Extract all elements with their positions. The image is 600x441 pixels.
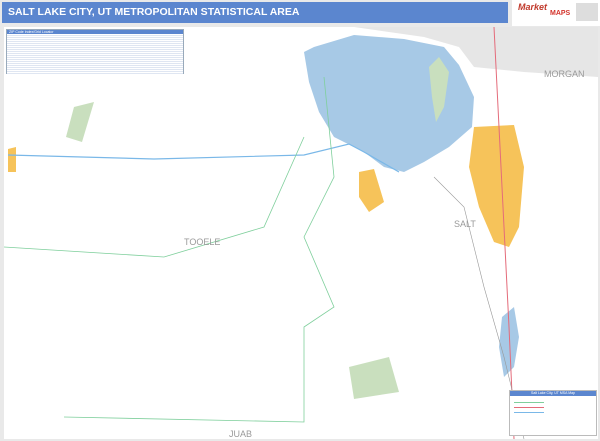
map-canvas[interactable]: TOOELE MORGAN JUAB SALT <box>4 27 598 439</box>
logo-text-maps: MAPS <box>550 10 571 17</box>
legend-highway-line <box>514 407 544 408</box>
market-maps-logo: Market MAPS <box>512 0 600 26</box>
map-title: SALT LAKE CITY, UT METROPOLITAN STATISTI… <box>2 2 508 23</box>
county-label-salt-lake: SALT <box>454 219 476 229</box>
county-label-tooele: TOOELE <box>184 237 220 247</box>
logo-text: Market <box>518 2 548 12</box>
zip-index-rows <box>7 34 183 74</box>
county-label-juab: JUAB <box>229 429 252 439</box>
legend-zip-line <box>514 402 544 403</box>
zip-code-index-table: ZIP Code Index/Grid Locator <box>6 29 184 74</box>
map-legend: Salt Lake City, UT MSA Map <box>509 390 597 436</box>
county-label-morgan: MORGAN <box>544 69 585 79</box>
legend-interstate-line <box>514 412 544 413</box>
wendover-urban-area <box>8 147 16 172</box>
logo-info-box <box>576 3 598 21</box>
